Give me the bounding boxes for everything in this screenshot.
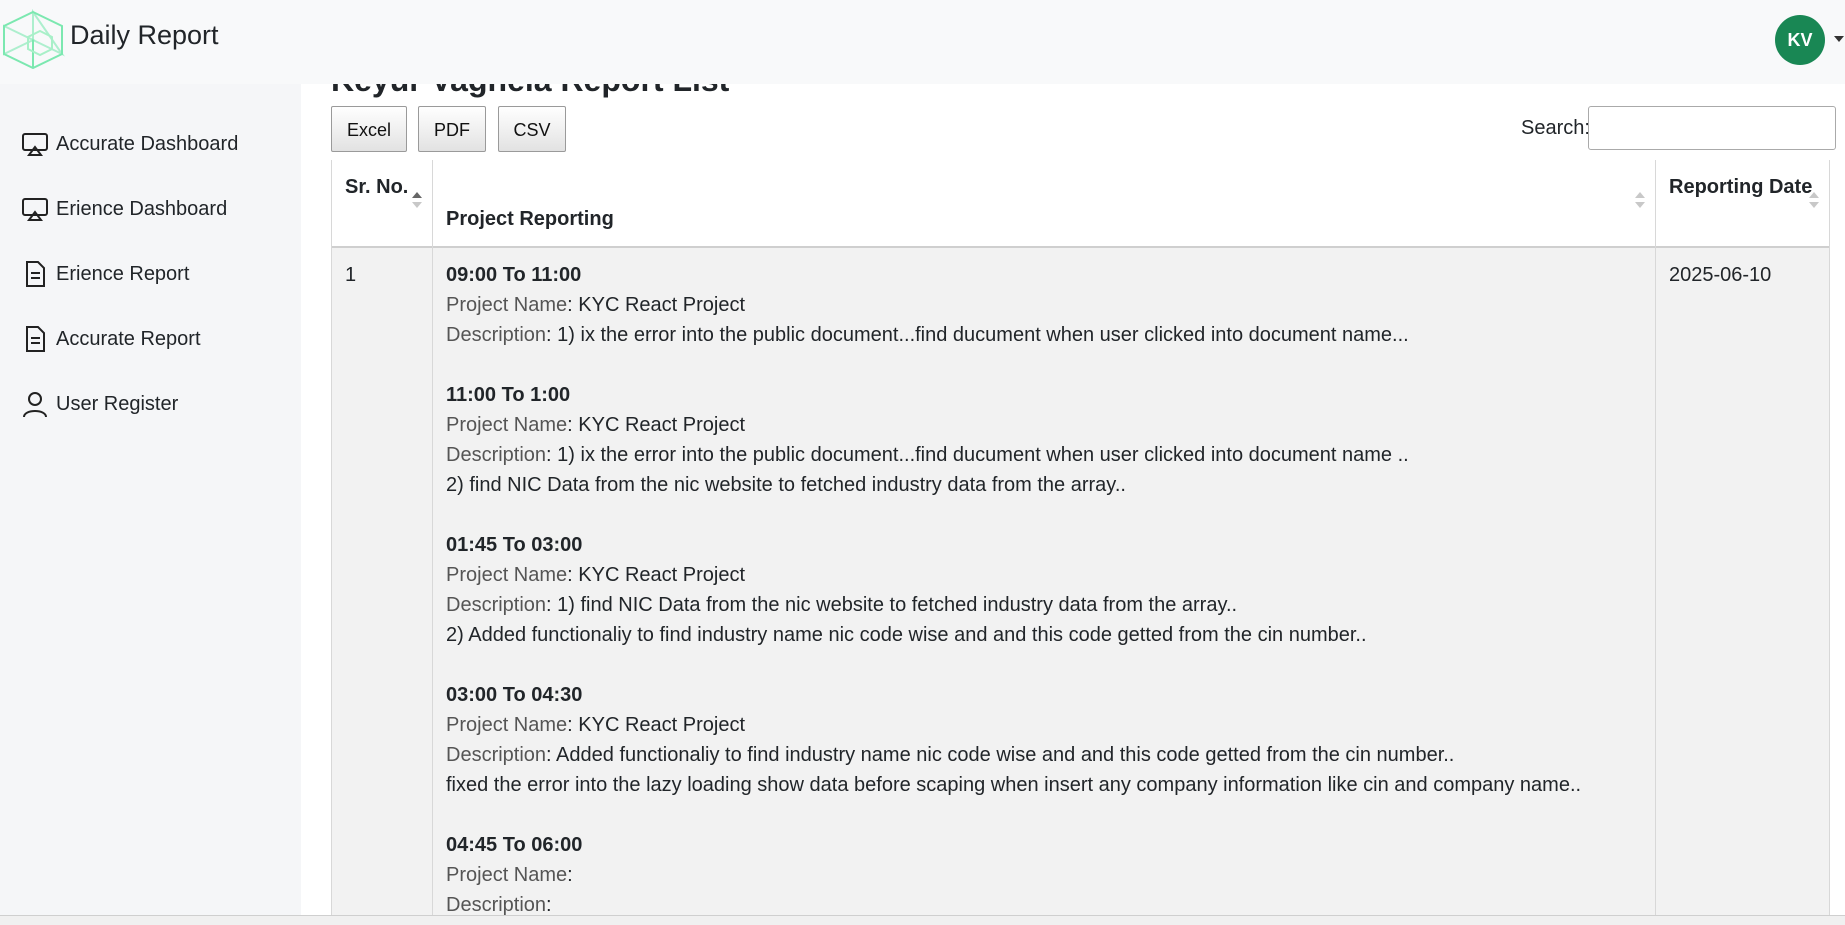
sidebar: Accurate Dashboard Erience Dashboard Eri… [0, 84, 300, 924]
description-line: Description: 1) ix the error into the pu… [446, 440, 1581, 470]
project-name-label: Project Name [446, 414, 568, 436]
excel-export-button[interactable]: Excel [331, 106, 407, 152]
sidebar-item-label: Accurate Dashboard [56, 132, 239, 155]
sort-icon [1809, 192, 1819, 212]
sr-no-cell: 1 [345, 264, 357, 286]
column-header-project-reporting[interactable]: Project Reporting [433, 160, 1655, 246]
sidebar-item-label: User Register [56, 392, 179, 415]
description-value: : 1) find NIC Data from the nic website … [546, 594, 1238, 616]
project-name-value: : [567, 864, 573, 886]
document-icon [26, 326, 45, 352]
time-slot: 01:45 To 03:00 [446, 534, 583, 556]
description-label: Description [446, 594, 547, 616]
column-divider [1655, 160, 1656, 915]
reporting-date-cell: 2025-06-10 [1669, 264, 1772, 286]
search-input[interactable] [1588, 106, 1836, 150]
description-value: : 1) ix the error into the public docume… [546, 444, 1409, 466]
user-avatar[interactable]: KV [1775, 15, 1825, 65]
sidebar-item-erience-dashboard[interactable]: Erience Dashboard [20, 189, 227, 229]
column-header-label: Project Reporting [446, 208, 614, 230]
time-slot: 11:00 To 1:00 [446, 384, 571, 406]
description-value: : [546, 894, 552, 915]
project-name-line: Project Name: [446, 860, 1581, 890]
description-value: : 1) ix the error into the public docume… [546, 324, 1409, 346]
sidebar-item-accurate-dashboard[interactable]: Accurate Dashboard [20, 124, 238, 164]
project-name-label: Project Name [446, 714, 568, 736]
project-name-label: Project Name [446, 564, 568, 586]
sidebar-item-label: Erience Report [56, 262, 190, 285]
pdf-export-button[interactable]: PDF [418, 106, 486, 152]
monitor-icon [22, 198, 48, 221]
report-entry: 11:00 To 1:00 Project Name: KYC React Pr… [446, 380, 1581, 500]
description-label: Description [446, 444, 547, 466]
main-content: Keyur Vaghela Report List Excel PDF CSV … [301, 84, 1845, 915]
report-entry: 03:00 To 04:30 Project Name: KYC React P… [446, 680, 1581, 800]
sidebar-item-label: Accurate Report [56, 327, 201, 350]
monitor-icon [22, 133, 48, 156]
time-slot: 03:00 To 04:30 [446, 684, 583, 706]
description-label: Description [446, 744, 547, 766]
description-label: Description [446, 894, 547, 915]
description-value: : Added functionaliy to find industry na… [546, 744, 1455, 766]
sort-ascending-icon [412, 192, 422, 212]
document-icon [26, 261, 45, 287]
project-name-line: Project Name: KYC React Project [446, 560, 1581, 590]
csv-export-button[interactable]: CSV [498, 106, 566, 152]
project-reporting-cell: 09:00 To 11:00 Project Name: KYC React P… [446, 260, 1581, 915]
table-header: Sr. No. Project Reporting Reporting Date [332, 160, 1829, 248]
sidebar-item-erience-report[interactable]: Erience Report [20, 254, 189, 294]
top-navbar: Daily Report KV [0, 0, 1845, 84]
report-entry: 09:00 To 11:00 Project Name: KYC React P… [446, 260, 1581, 350]
description-line: Description: 1) ix the error into the pu… [446, 320, 1581, 350]
search-label: Search: [1521, 117, 1590, 139]
column-header-reporting-date[interactable]: Reporting Date [1656, 160, 1829, 246]
table-row: 1 09:00 To 11:00 Project Name: KYC React… [332, 248, 1829, 915]
project-name-line: Project Name: KYC React Project [446, 410, 1581, 440]
column-divider [432, 160, 433, 915]
page-title: Keyur Vaghela Report List [331, 84, 729, 99]
description-line: Description: Added functionaliy to find … [446, 740, 1581, 770]
app-title[interactable]: Daily Report [70, 20, 219, 51]
project-name-value: : KYC React Project [567, 714, 745, 736]
column-header-sr-no[interactable]: Sr. No. [332, 160, 432, 246]
description-continuation: fixed the error into the lazy loading sh… [446, 774, 1582, 796]
sort-icon [1635, 192, 1645, 212]
project-name-line: Project Name: KYC React Project [446, 710, 1581, 740]
cube-logo-icon[interactable] [0, 9, 66, 71]
description-line: Description: [446, 890, 1581, 915]
project-name-value: : KYC React Project [567, 414, 745, 436]
project-name-value: : KYC React Project [567, 564, 745, 586]
chevron-down-icon[interactable] [1834, 36, 1844, 42]
sidebar-item-accurate-report[interactable]: Accurate Report [20, 319, 201, 359]
column-header-label: Reporting Date [1669, 176, 1813, 198]
description-line: Description: 1) find NIC Data from the n… [446, 590, 1581, 620]
report-entry: 04:45 To 06:00 Project Name: Description… [446, 830, 1581, 915]
sidebar-item-label: Erience Dashboard [56, 197, 228, 220]
description-continuation: 2) find NIC Data from the nic website to… [446, 474, 1126, 496]
project-name-value: : KYC React Project [567, 294, 745, 316]
user-icon [23, 392, 47, 418]
project-name-label: Project Name [446, 864, 568, 886]
sidebar-item-user-register[interactable]: User Register [20, 384, 178, 424]
column-header-label: Sr. No. [345, 176, 409, 198]
report-entry: 01:45 To 03:00 Project Name: KYC React P… [446, 530, 1581, 650]
report-table: Sr. No. Project Reporting Reporting Date… [331, 160, 1830, 915]
description-continuation: 2) Added functionaliy to find industry n… [446, 624, 1367, 646]
description-label: Description [446, 324, 547, 346]
project-name-line: Project Name: KYC React Project [446, 290, 1581, 320]
time-slot: 04:45 To 06:00 [446, 834, 583, 856]
project-name-label: Project Name [446, 294, 568, 316]
time-slot: 09:00 To 11:00 [446, 264, 582, 286]
